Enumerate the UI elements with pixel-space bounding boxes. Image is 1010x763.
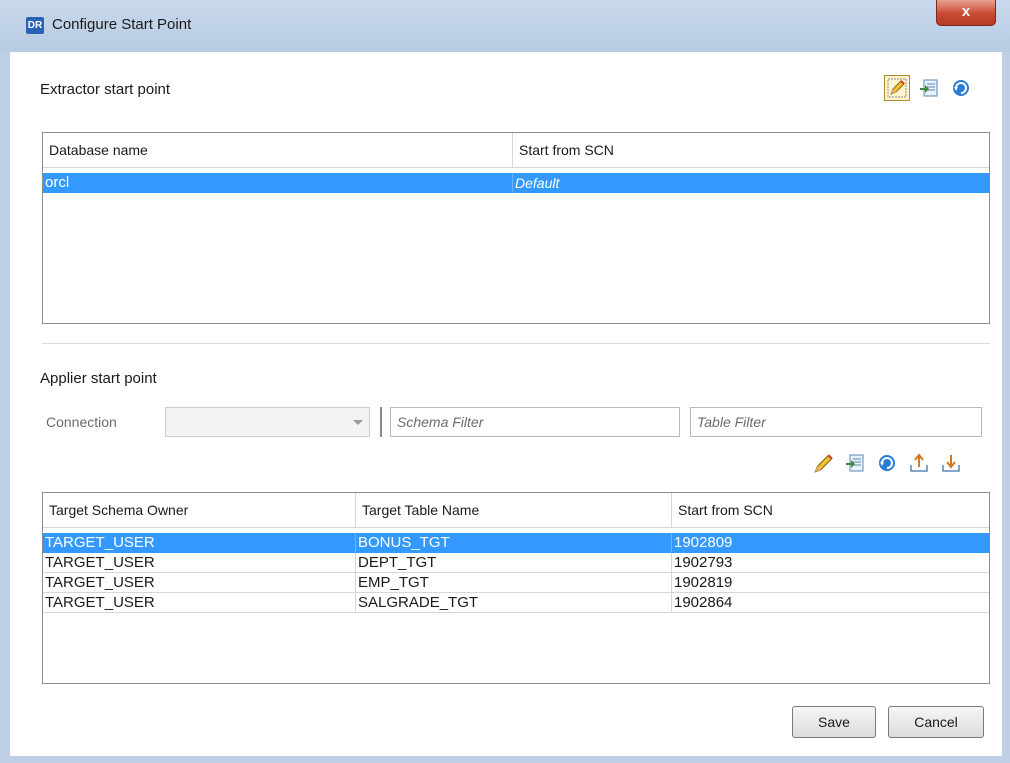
applier-table: Target Schema Owner Target Table Name St… (42, 492, 990, 684)
start-scn-cell: Default (513, 173, 989, 193)
export-icon (910, 453, 928, 472)
column-header-start-from-scn[interactable]: Start from SCN (513, 133, 989, 167)
start-scn-cell: 1902809 (672, 533, 989, 553)
close-button[interactable]: x (936, 0, 996, 26)
start-scn-cell: 1902793 (672, 553, 989, 573)
table-name-cell: BONUS_TGT (356, 533, 672, 553)
import-list-icon (846, 454, 864, 472)
extractor-section-title: Extractor start point (40, 81, 171, 98)
import-list-icon (920, 79, 938, 97)
database-name-cell: orcl (43, 173, 513, 193)
schema-filter-placeholder: Schema Filter (397, 414, 484, 430)
extractor-table: Database name Start from SCN orcl Defaul… (42, 132, 990, 324)
extractor-edit-button[interactable] (884, 75, 910, 101)
table-row[interactable]: TARGET_USER SALGRADE_TGT 1902864 (43, 593, 989, 613)
filter-divider (380, 407, 382, 437)
applier-export-button[interactable] (906, 450, 932, 476)
connection-dropdown[interactable] (165, 407, 370, 437)
applier-import-list-button[interactable] (842, 450, 868, 476)
app-logo-icon: DR (26, 17, 44, 34)
close-icon: x (961, 3, 971, 20)
dialog-content: Extractor start point Database name Star… (10, 52, 1002, 756)
window-frame-bottom (0, 756, 1010, 763)
window-title: Configure Start Point (52, 16, 192, 33)
applier-refresh-button[interactable] (874, 450, 900, 476)
extractor-refresh-button[interactable] (948, 75, 974, 101)
schema-owner-cell: TARGET_USER (43, 553, 356, 573)
column-header-target-schema-owner[interactable]: Target Schema Owner (43, 493, 356, 527)
applier-import-button[interactable] (938, 450, 964, 476)
connection-label: Connection (46, 414, 117, 430)
pencil-edit-icon (814, 454, 833, 473)
configure-start-point-dialog: DR Configure Start Point x Extractor sta… (0, 0, 1010, 763)
column-header-start-from-scn[interactable]: Start from SCN (672, 493, 989, 527)
schema-owner-cell: TARGET_USER (43, 533, 356, 553)
import-icon (942, 455, 960, 472)
table-filter-input[interactable]: Table Filter (690, 407, 982, 437)
window-frame-right (1002, 52, 1010, 763)
section-divider (42, 343, 990, 344)
extractor-import-list-button[interactable] (916, 75, 942, 101)
table-row[interactable]: TARGET_USER DEPT_TGT 1902793 (43, 553, 989, 573)
table-row[interactable]: TARGET_USER EMP_TGT 1902819 (43, 573, 989, 593)
table-name-cell: EMP_TGT (356, 573, 672, 593)
schema-filter-input[interactable]: Schema Filter (390, 407, 680, 437)
start-scn-cell: 1902819 (672, 573, 989, 593)
column-header-database-name[interactable]: Database name (43, 133, 513, 167)
chevron-down-icon (353, 420, 363, 425)
title-bar: DR Configure Start Point x (0, 0, 1010, 53)
table-name-cell: SALGRADE_TGT (356, 593, 672, 613)
table-name-cell: DEPT_TGT (356, 553, 672, 573)
extractor-table-header: Database name Start from SCN (43, 133, 989, 168)
schema-owner-cell: TARGET_USER (43, 573, 356, 593)
table-filter-placeholder: Table Filter (697, 414, 766, 430)
table-row[interactable]: TARGET_USER BONUS_TGT 1902809 (43, 533, 989, 553)
window-frame-left (0, 52, 10, 763)
start-scn-cell: 1902864 (672, 593, 989, 613)
schema-owner-cell: TARGET_USER (43, 593, 356, 613)
pencil-edit-icon (887, 78, 907, 98)
cancel-button[interactable]: Cancel (888, 706, 984, 738)
refresh-icon (879, 455, 895, 471)
save-button[interactable]: Save (792, 706, 876, 738)
table-row[interactable]: orcl Default (43, 173, 989, 193)
column-header-target-table-name[interactable]: Target Table Name (356, 493, 672, 527)
applier-edit-button[interactable] (810, 450, 836, 476)
refresh-icon (953, 80, 969, 96)
applier-table-header: Target Schema Owner Target Table Name St… (43, 493, 989, 528)
applier-section-title: Applier start point (40, 370, 157, 387)
